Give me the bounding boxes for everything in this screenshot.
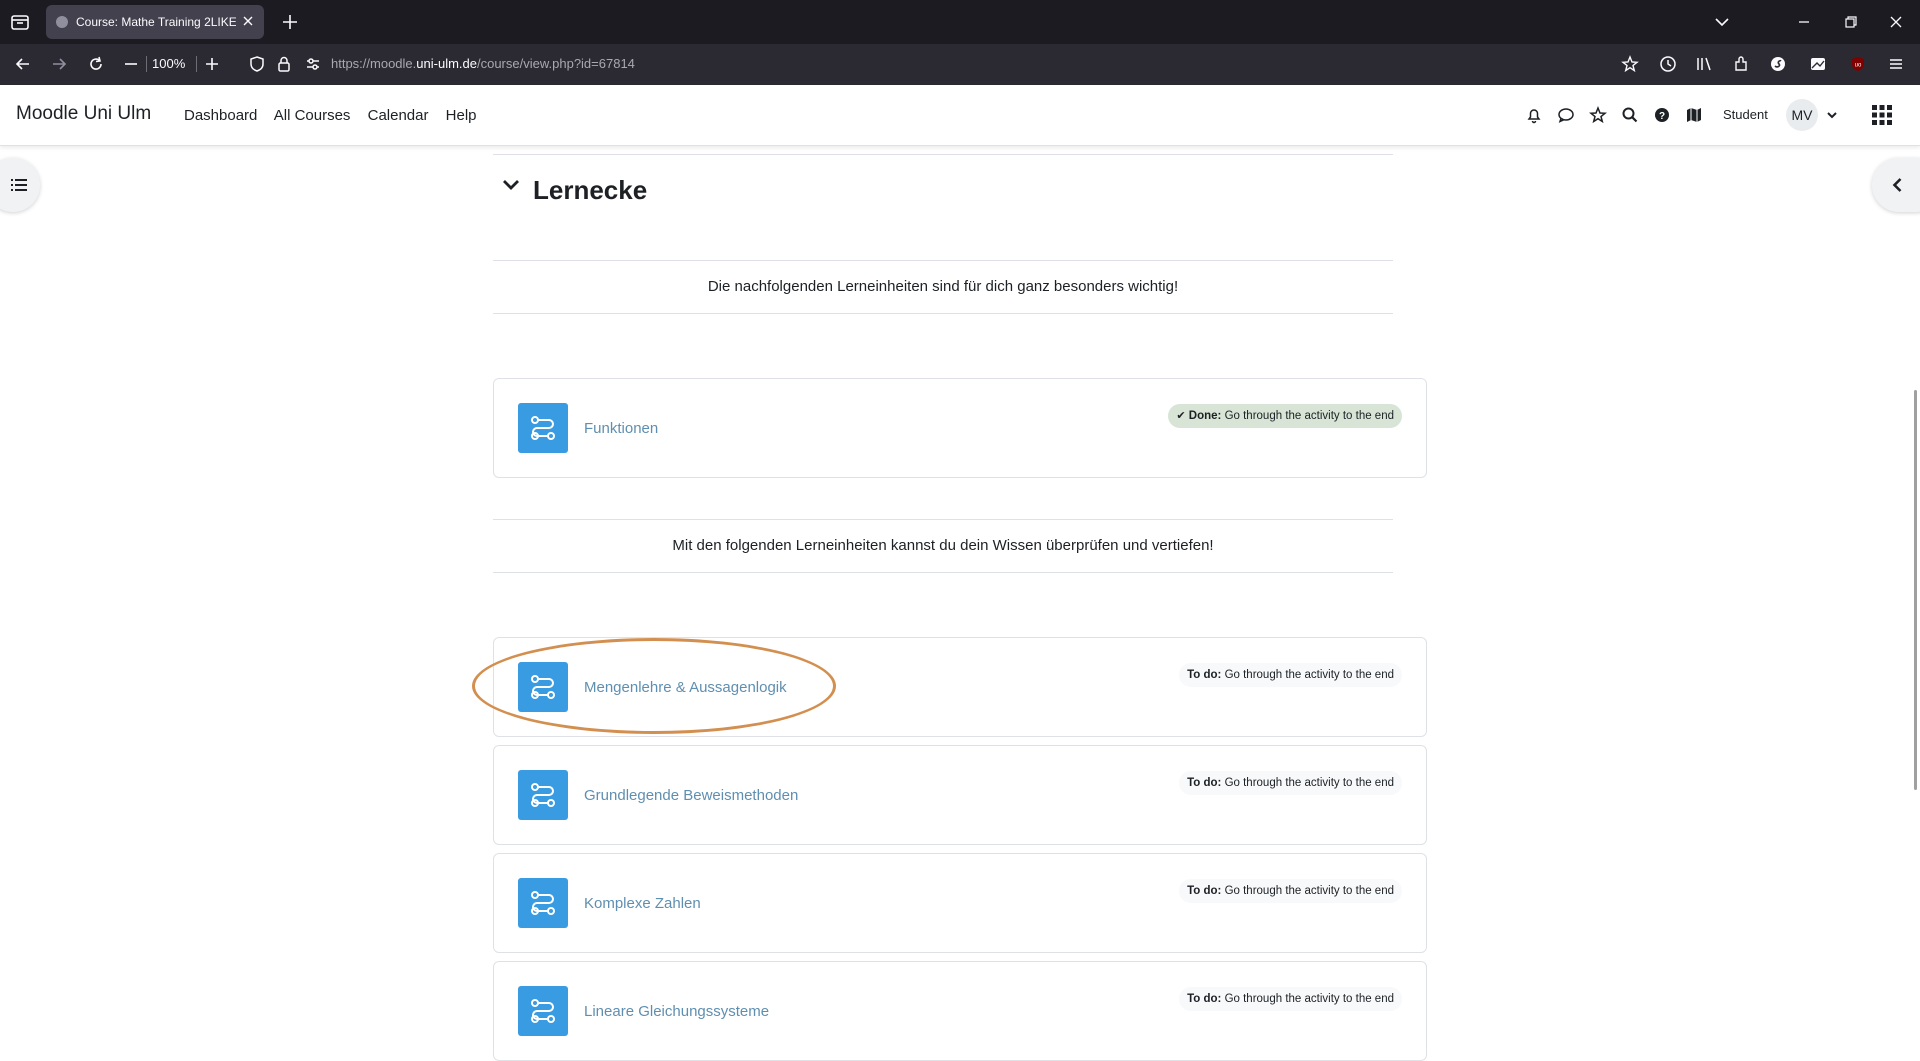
status-label: To do: bbox=[1187, 669, 1222, 681]
shield-icon[interactable] bbox=[247, 54, 267, 74]
activity-link[interactable]: Komplexe Zahlen bbox=[584, 895, 701, 912]
nav-help[interactable]: Help bbox=[446, 107, 477, 124]
zoom-out-icon[interactable] bbox=[121, 54, 141, 74]
svg-text:uo: uo bbox=[1855, 63, 1862, 69]
tab-list-icon[interactable] bbox=[8, 10, 32, 34]
close-tab-icon[interactable] bbox=[240, 13, 256, 29]
status-text: Go through the activity to the end bbox=[1224, 410, 1394, 422]
chevron-left-icon bbox=[1892, 178, 1902, 192]
bookmark-star-icon[interactable] bbox=[1620, 54, 1640, 74]
course-index-toggle[interactable] bbox=[0, 158, 40, 212]
status-label: To do: bbox=[1187, 777, 1222, 789]
url-prefix: https://moodle. bbox=[331, 56, 417, 71]
svg-text:?: ? bbox=[1659, 111, 1665, 122]
user-role-label: Student bbox=[1723, 107, 1768, 122]
activity-card: Mengenlehre & Aussagenlogik To do: Go th… bbox=[493, 637, 1427, 737]
activity-card: Lineare Gleichungssysteme To do: Go thro… bbox=[493, 961, 1427, 1061]
site-brand[interactable]: Moodle Uni Ulm bbox=[16, 103, 151, 125]
help-icon[interactable]: ? bbox=[1652, 105, 1672, 125]
user-avatar[interactable]: MV bbox=[1786, 99, 1818, 131]
nav-calendar[interactable]: Calendar bbox=[368, 107, 429, 124]
completion-status-badge: ✔ Done: Go through the activity to the e… bbox=[1168, 404, 1402, 428]
app-grid-icon[interactable] bbox=[1871, 104, 1893, 126]
map-icon[interactable] bbox=[1684, 105, 1704, 125]
lesson-activity-icon[interactable] bbox=[518, 403, 568, 453]
browser-tab-bar: Course: Mathe Training 2LIKE | U bbox=[0, 0, 1920, 44]
search-icon[interactable] bbox=[1620, 105, 1640, 125]
sync-account-icon[interactable] bbox=[1768, 54, 1788, 74]
activity-link[interactable]: Funktionen bbox=[584, 420, 658, 437]
reload-icon[interactable] bbox=[86, 54, 106, 74]
status-text: Go through the activity to the end bbox=[1224, 777, 1394, 789]
lesson-activity-icon[interactable] bbox=[518, 662, 568, 712]
activity-card: Komplexe Zahlen To do: Go through the ac… bbox=[493, 853, 1427, 953]
minimize-window-icon[interactable] bbox=[1794, 12, 1814, 32]
status-label: Done: bbox=[1188, 410, 1222, 422]
url-domain: uni-ulm.de bbox=[416, 56, 477, 71]
lesson-activity-icon[interactable] bbox=[518, 986, 568, 1036]
primary-navigation: Dashboard All Courses Calendar Help bbox=[184, 107, 490, 124]
activity-card: Grundlegende Beweismethoden To do: Go th… bbox=[493, 745, 1427, 845]
completion-status-badge: To do: Go through the activity to the en… bbox=[1179, 987, 1402, 1011]
activity-link[interactable]: Mengenlehre & Aussagenlogik bbox=[584, 679, 787, 696]
section-divider bbox=[493, 154, 1393, 155]
library-icon[interactable] bbox=[1694, 54, 1714, 74]
chevron-down-icon[interactable] bbox=[500, 174, 522, 196]
status-text: Go through the activity to the end bbox=[1224, 993, 1394, 1005]
section-second-label: Mit den folgenden Lerneinheiten kannst d… bbox=[493, 519, 1393, 573]
completion-status-badge: To do: Go through the activity to the en… bbox=[1179, 771, 1402, 795]
app-menu-icon[interactable] bbox=[1886, 54, 1906, 74]
activity-card: Funktionen ✔ Done: Go through the activi… bbox=[493, 378, 1427, 478]
messages-icon[interactable] bbox=[1556, 105, 1576, 125]
activity-link[interactable]: Lineare Gleichungssysteme bbox=[584, 1003, 769, 1020]
nav-all-courses[interactable]: All Courses bbox=[274, 107, 351, 124]
status-text: Go through the activity to the end bbox=[1224, 669, 1394, 681]
status-label: To do: bbox=[1187, 885, 1222, 897]
section-intro-label: Die nachfolgenden Lerneinheiten sind für… bbox=[493, 260, 1393, 314]
back-icon[interactable] bbox=[13, 54, 33, 74]
completion-status-badge: To do: Go through the activity to the en… bbox=[1179, 663, 1402, 687]
extension-image-icon[interactable] bbox=[1808, 54, 1828, 74]
favicon-icon bbox=[56, 16, 68, 28]
site-permissions-icon[interactable] bbox=[303, 54, 323, 74]
browser-nav-bar: 100% https://moodle.uni-ulm.de/course/vi… bbox=[0, 44, 1920, 85]
lesson-activity-icon[interactable] bbox=[518, 878, 568, 928]
section-title[interactable]: Lernecke bbox=[533, 175, 647, 206]
page-scrollbar[interactable] bbox=[1914, 390, 1917, 790]
zoom-level[interactable]: 100% bbox=[152, 56, 185, 71]
browser-tab-active[interactable]: Course: Mathe Training 2LIKE | U bbox=[46, 5, 264, 39]
activity-link[interactable]: Grundlegende Beweismethoden bbox=[584, 787, 798, 804]
history-icon[interactable] bbox=[1658, 54, 1678, 74]
tab-title: Course: Mathe Training 2LIKE | U bbox=[76, 15, 236, 29]
chevron-down-icon[interactable] bbox=[1822, 105, 1842, 125]
completion-status-badge: To do: Go through the activity to the en… bbox=[1179, 879, 1402, 903]
status-label: To do: bbox=[1187, 993, 1222, 1005]
close-window-icon[interactable] bbox=[1886, 12, 1906, 32]
forward-icon[interactable] bbox=[49, 54, 69, 74]
list-icon bbox=[11, 179, 27, 191]
zoom-in-icon[interactable] bbox=[202, 54, 222, 74]
check-icon: ✔ bbox=[1176, 410, 1186, 422]
url-bar[interactable]: https://moodle.uni-ulm.de/course/view.ph… bbox=[331, 56, 635, 71]
status-text: Go through the activity to the end bbox=[1224, 885, 1394, 897]
nav-dashboard[interactable]: Dashboard bbox=[184, 107, 257, 124]
lock-icon[interactable] bbox=[274, 54, 294, 74]
moodle-navbar: Moodle Uni Ulm Dashboard All Courses Cal… bbox=[0, 85, 1920, 146]
block-drawer-toggle[interactable] bbox=[1872, 158, 1920, 212]
new-tab-icon[interactable] bbox=[280, 12, 300, 32]
ublock-icon[interactable]: uo bbox=[1848, 54, 1868, 74]
extensions-icon[interactable] bbox=[1731, 54, 1751, 74]
lesson-activity-icon[interactable] bbox=[518, 770, 568, 820]
restore-window-icon[interactable] bbox=[1841, 12, 1861, 32]
notification-bell-icon[interactable] bbox=[1524, 105, 1544, 125]
list-all-tabs-icon[interactable] bbox=[1712, 12, 1732, 32]
url-path: /course/view.php?id=67814 bbox=[476, 56, 635, 71]
starred-courses-icon[interactable] bbox=[1588, 105, 1608, 125]
